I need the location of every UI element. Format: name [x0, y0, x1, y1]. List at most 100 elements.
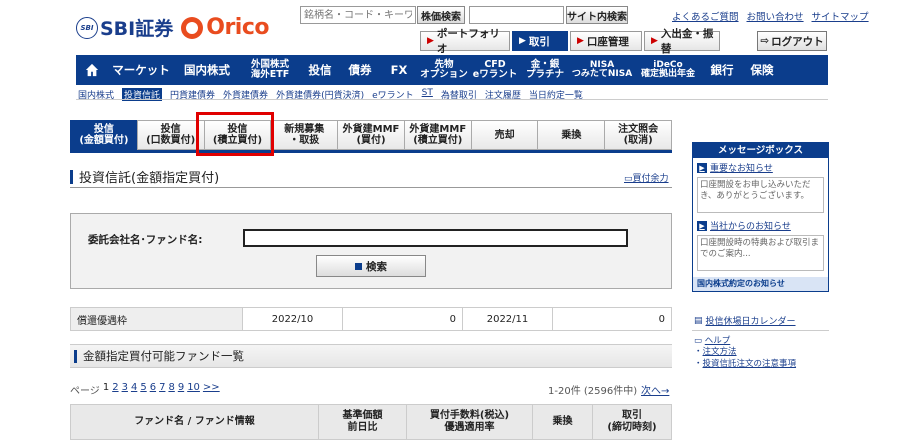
col-trade: 取引 (締切時刻): [607, 410, 657, 433]
deposit-label: 入出金・振替: [660, 28, 714, 55]
fund-name-input[interactable]: [243, 229, 628, 247]
pagination: ページ 1 2 3 4 5 6 7 8 9 10 >>: [70, 382, 220, 397]
company-notice-body: 口座開設時の特典および取引までのご案内...: [697, 235, 824, 271]
redemption-value-1: 0: [343, 308, 463, 330]
holiday-calendar-link[interactable]: ▤ 投信休場日カレンダー: [694, 314, 796, 328]
page-4[interactable]: 4: [131, 382, 137, 397]
orico-logo-icon: [181, 16, 204, 39]
order-method-link[interactable]: ・注文方法: [694, 347, 796, 358]
logout-button[interactable]: ⇨ ログアウト: [757, 31, 827, 51]
trade-button[interactable]: ▶ 取引: [512, 31, 568, 51]
subnav-divider: [76, 99, 828, 100]
site-search-input[interactable]: [469, 6, 564, 24]
page-1: 1: [102, 382, 110, 393]
page-6[interactable]: 6: [150, 382, 156, 397]
order-notes-link[interactable]: ・投資信託注文の注意事項: [694, 359, 796, 370]
important-notice-body: 口座開設をお申し込みいただき、ありがとうございます。: [697, 177, 824, 213]
trade-label: 取引: [528, 35, 550, 48]
title-divider: [70, 187, 672, 188]
logout-label: ログアウト: [771, 35, 824, 48]
col-fee: 買付手数料(税込) 優遇適用率: [407, 405, 533, 439]
faq-link[interactable]: よくあるご質問: [672, 9, 739, 23]
redemption-period-1: 2022/10: [243, 308, 343, 330]
important-notice-link[interactable]: ▶ 重要なお知らせ: [693, 158, 828, 174]
account-button[interactable]: ▶ 口座管理: [570, 31, 642, 51]
notice-icon: ▶: [697, 162, 707, 173]
main-nav: マーケット 国内株式 外国株式 海外ETF 投信 債券 FX 先物 オプション …: [76, 55, 828, 85]
page-5[interactable]: 5: [140, 382, 146, 397]
message-box: メッセージボックス ▶ 重要なお知らせ 口座開設をお申し込みいただき、ありがとうご…: [692, 142, 829, 292]
tab-switch[interactable]: 乗換: [537, 120, 605, 150]
portfolio-label: ポートフォリオ: [436, 28, 500, 55]
tab-unit-buy[interactable]: 投信 (口数買付): [136, 120, 204, 150]
brand-sbi-text: SBI証券: [100, 18, 174, 40]
sidebar-divider: [692, 330, 829, 331]
nav-bank[interactable]: 銀行: [702, 55, 742, 85]
nav-market[interactable]: マーケット: [108, 55, 174, 85]
fund-search-panel: [70, 213, 672, 289]
nav-fund[interactable]: 投信: [300, 55, 340, 85]
next-page-link[interactable]: 次へ→: [641, 382, 669, 397]
result-count: 1-20件 (2596件中): [548, 386, 638, 397]
help-list: ▭ ヘルプ ・注文方法 ・投資信託注文の注意事項: [694, 336, 796, 370]
page-8[interactable]: 8: [168, 382, 174, 397]
redemption-label: 償還優遇枠: [71, 308, 243, 330]
tab-order-inquiry[interactable]: 注文照会 (取消): [604, 120, 673, 150]
nav-fx[interactable]: FX: [380, 55, 418, 85]
calendar-icon: ▤: [694, 315, 703, 326]
deposit-button[interactable]: ▶ 入出金・振替: [644, 28, 720, 55]
page-title: 投資信託(金額指定買付): [70, 167, 219, 186]
stock-search-button[interactable]: 株価検索: [417, 6, 465, 24]
col-switch: 乗換: [533, 405, 593, 439]
site-search-button[interactable]: サイト内検索: [566, 6, 628, 24]
help-link[interactable]: ▭ ヘルプ: [694, 336, 796, 347]
arrow-right-icon: ▶: [651, 36, 658, 46]
contact-link[interactable]: お問い合わせ: [747, 9, 804, 23]
nav-domestic-stock[interactable]: 国内株式: [174, 55, 240, 85]
execution-notice-link[interactable]: 国内株式約定のお知らせ: [693, 277, 828, 291]
tab-mmf-buy[interactable]: 外貨建MMF (買付): [337, 120, 404, 150]
sbi-logo-icon: SBI: [76, 16, 98, 39]
company-notice-label: 当社からのお知らせ: [710, 222, 791, 232]
page-10[interactable]: 10: [187, 382, 200, 397]
brand-logo[interactable]: SBI SBI証券 Orico: [76, 14, 269, 41]
nav-gold[interactable]: 金・銀 プラチナ: [520, 55, 570, 85]
fund-table-header: ファンド名 / ファンド情報 基準価額 前日比 買付手数料(税込) 優遇適用率 …: [70, 404, 672, 440]
nav-bond[interactable]: 債券: [340, 55, 380, 85]
redemption-value-2: 0: [658, 313, 665, 325]
utility-links: よくあるご質問 お問い合わせ サイトマップ: [672, 9, 869, 23]
page-9[interactable]: 9: [178, 382, 184, 397]
arrow-right-icon: ▶: [427, 36, 434, 46]
account-label: 口座管理: [586, 35, 629, 48]
holiday-calendar-label: 投信休場日カレンダー: [705, 317, 796, 327]
col-nav: 基準価額 前日比: [319, 405, 407, 439]
tab-amount-buy[interactable]: 投信 (金額買付): [70, 120, 137, 150]
portfolio-button[interactable]: ▶ ポートフォリオ: [420, 28, 510, 55]
company-notice-link[interactable]: ▶ 当社からのお知らせ: [693, 216, 828, 232]
nav-foreign-stock[interactable]: 外国株式 海外ETF: [240, 55, 300, 85]
page-next-group[interactable]: >>: [203, 382, 220, 397]
page-7[interactable]: 7: [159, 382, 165, 397]
square-icon: [355, 262, 362, 270]
important-notice-label: 重要なお知らせ: [710, 164, 773, 174]
stock-search-input[interactable]: [300, 6, 416, 24]
fund-search-button[interactable]: 検索: [316, 255, 426, 277]
tab-mmf-regular[interactable]: 外貨建MMF (積立買付): [403, 120, 471, 150]
tab-sell[interactable]: 売却: [470, 120, 538, 150]
sitemap-link[interactable]: サイトマップ: [812, 9, 869, 23]
buying-power-label: 買付余力: [632, 174, 669, 184]
logout-icon: ⇨: [760, 35, 770, 47]
nav-cfd[interactable]: CFD eワラント: [470, 55, 520, 85]
page-2[interactable]: 2: [112, 382, 118, 397]
home-icon[interactable]: [76, 55, 108, 85]
page-3[interactable]: 3: [122, 382, 128, 397]
nav-nisa[interactable]: NISA つみたてNISA: [570, 55, 634, 85]
nav-futures[interactable]: 先物 オプション: [418, 55, 470, 85]
arrow-right-icon: ▶: [577, 36, 584, 46]
order-notes-label: 投資信託注文の注意事項: [702, 358, 797, 369]
nav-insurance[interactable]: 保険: [742, 55, 782, 85]
fund-name-label: 委託会社名･ファンド名:: [88, 234, 203, 246]
tab-new-offering[interactable]: 新規募集 ・取扱: [270, 120, 338, 150]
nav-ideco[interactable]: iDeCo 確定拠出年金: [634, 55, 702, 85]
buying-power-link[interactable]: ▭買付余力: [624, 171, 669, 184]
